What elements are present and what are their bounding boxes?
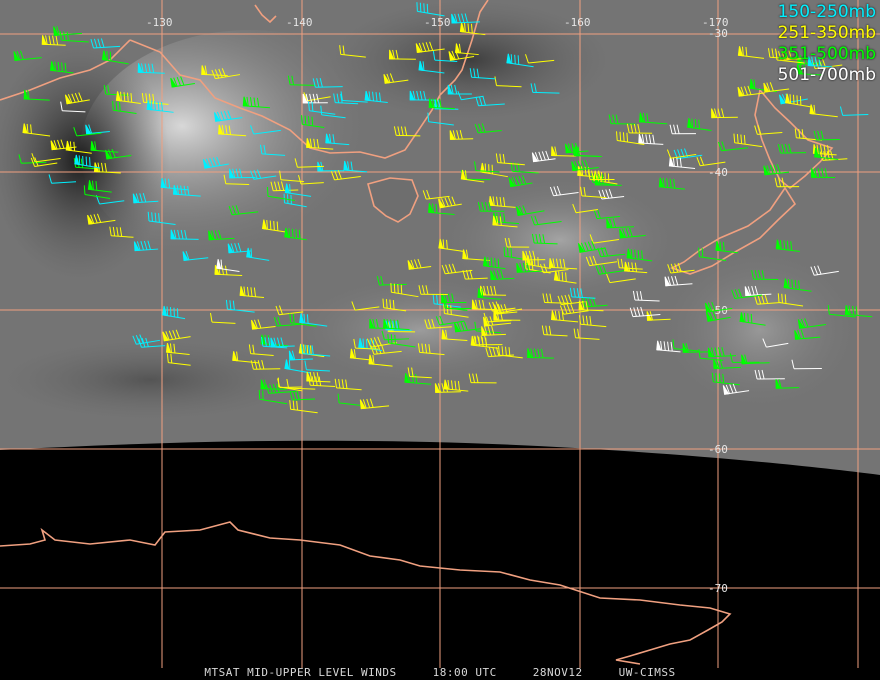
legend-item-150-250: 150-250mb	[777, 2, 876, 22]
legend-item-251-350: 251-350mb	[777, 23, 876, 43]
lat-label-70: -70	[708, 582, 728, 595]
satellite-wind-map: -130 -140 -150 -160 -170 -30 -40 -50 -60…	[0, 0, 880, 680]
legend-item-351-500: 351-500mb	[777, 44, 876, 64]
lat-label-30: -30	[708, 27, 728, 40]
lat-label-60: -60	[708, 443, 728, 456]
caption-product: MTSAT MID-UPPER LEVEL WINDS	[204, 666, 397, 679]
lon-label-160: -160	[564, 16, 591, 29]
lon-label-130: -130	[146, 16, 173, 29]
caption-time: 18:00 UTC	[432, 666, 497, 679]
lon-label-150: -150	[424, 16, 451, 29]
map-canvas: -130 -140 -150 -160 -170 -30 -40 -50 -60…	[0, 0, 880, 680]
caption-bar: MTSAT MID-UPPER LEVEL WINDS 18:00 UTC 28…	[0, 666, 880, 680]
legend-item-501-700: 501-700mb	[777, 65, 876, 85]
caption-source: UW-CIMSS	[618, 666, 676, 679]
lon-label-140: -140	[286, 16, 313, 29]
lat-label-40: -40	[708, 166, 728, 179]
pressure-legend: 150-250mb 251-350mb 351-500mb 501-700mb	[778, 2, 876, 86]
caption-date: 28NOV12	[532, 666, 583, 679]
